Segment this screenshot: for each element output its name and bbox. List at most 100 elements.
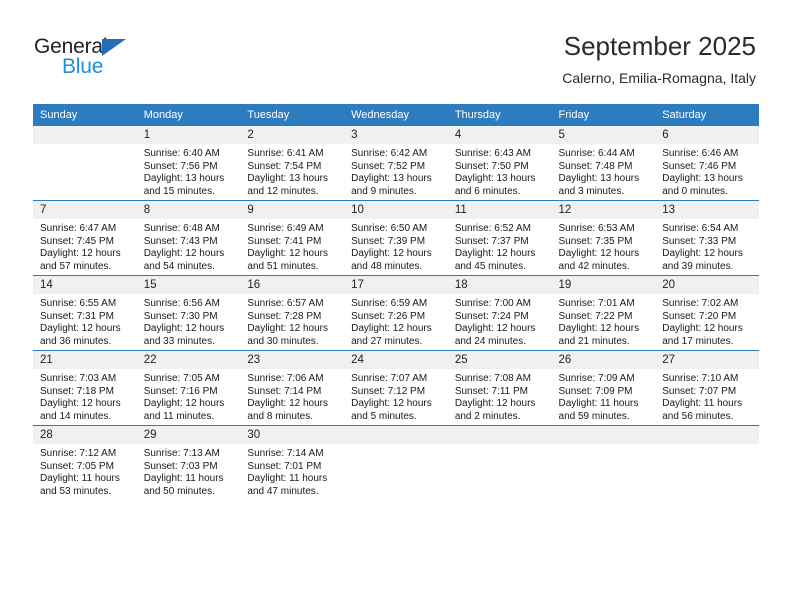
day-details: Sunrise: 6:56 AM Sunset: 7:30 PM Dayligh… [137,294,241,348]
sunset-text: Sunset: 7:30 PM [143,310,218,322]
sunrise-text: Sunrise: 6:50 AM [351,223,428,234]
day-cell[interactable]: 19 Sunrise: 7:01 AM Sunset: 7:22 PM Dayl… [551,275,656,351]
day-cell[interactable] [344,425,448,500]
sunrise-text: Sunrise: 6:54 AM [662,223,739,234]
day-cell[interactable]: 24 Sunrise: 7:07 AM Sunset: 7:12 PM Dayl… [344,350,448,426]
sunset-text: Sunset: 7:41 PM [247,235,322,247]
day-cell[interactable]: 1 Sunrise: 6:40 AM Sunset: 7:56 PM Dayli… [136,126,241,201]
day-cell[interactable]: 10 Sunrise: 6:50 AM Sunset: 7:39 PM Dayl… [344,200,448,276]
daylight-text-line2: and 33 minutes. [143,335,215,347]
sunset-text: Sunset: 7:03 PM [143,460,218,472]
calendar-week-row: 14 Sunrise: 6:55 AM Sunset: 7:31 PM Dayl… [33,275,759,351]
day-cell[interactable]: 6 Sunrise: 6:46 AM Sunset: 7:46 PM Dayli… [655,126,759,201]
day-details: Sunrise: 7:07 AM Sunset: 7:12 PM Dayligh… [344,369,448,423]
day-cell[interactable]: 21 Sunrise: 7:03 AM Sunset: 7:18 PM Dayl… [33,350,137,426]
sunset-text: Sunset: 7:52 PM [351,160,426,172]
day-number: 14 [33,276,137,294]
day-cell[interactable]: 5 Sunrise: 6:44 AM Sunset: 7:48 PM Dayli… [551,126,656,201]
day-cell[interactable]: 16 Sunrise: 6:57 AM Sunset: 7:28 PM Dayl… [240,275,345,351]
day-cell[interactable] [655,425,759,500]
daylight-text-line1: Daylight: 12 hours [558,248,640,260]
day-cell[interactable]: 13 Sunrise: 6:54 AM Sunset: 7:33 PM Dayl… [655,200,759,276]
daylight-text-line1: Daylight: 12 hours [351,248,432,260]
day-cell[interactable]: 22 Sunrise: 7:05 AM Sunset: 7:16 PM Dayl… [136,350,241,426]
sunset-text: Sunset: 7:01 PM [247,460,322,472]
day-number: 19 [551,276,656,294]
day-number: 20 [655,276,759,294]
sunset-text: Sunset: 7:05 PM [40,460,114,472]
day-details: Sunrise: 6:44 AM Sunset: 7:48 PM Dayligh… [552,144,656,198]
weekday-header-thursday: Thursday [447,104,552,126]
daylight-text-line2: and 39 minutes. [662,260,734,272]
daylight-text-line2: and 2 minutes. [454,410,521,422]
day-cell[interactable]: 3 Sunrise: 6:42 AM Sunset: 7:52 PM Dayli… [344,126,448,201]
day-number: 26 [551,351,656,369]
day-cell[interactable]: 7 Sunrise: 6:47 AM Sunset: 7:45 PM Dayli… [33,200,137,276]
day-cell[interactable]: 26 Sunrise: 7:09 AM Sunset: 7:09 PM Dayl… [551,350,656,426]
day-number: 18 [447,276,552,294]
sunrise-text: Sunrise: 6:53 AM [558,223,635,234]
daylight-text-line2: and 17 minutes. [662,335,734,347]
daylight-text-line2: and 11 minutes. [143,410,215,422]
sunrise-text: Sunrise: 7:00 AM [454,298,531,309]
sunrise-text: Sunrise: 6:46 AM [662,148,739,159]
daylight-text-line1: Daylight: 12 hours [558,323,640,335]
daylight-text-line1: Daylight: 12 hours [454,323,536,335]
day-cell[interactable]: 17 Sunrise: 6:59 AM Sunset: 7:26 PM Dayl… [344,275,448,351]
day-details: Sunrise: 7:03 AM Sunset: 7:18 PM Dayligh… [33,369,137,423]
day-number: 17 [344,276,448,294]
day-details: Sunrise: 6:59 AM Sunset: 7:26 PM Dayligh… [344,294,448,348]
day-cell[interactable]: 4 Sunrise: 6:43 AM Sunset: 7:50 PM Dayli… [447,126,552,201]
day-number: 8 [136,201,241,219]
day-cell[interactable]: 15 Sunrise: 6:56 AM Sunset: 7:30 PM Dayl… [136,275,241,351]
page-header: General Blue September 2025 Calerno, Emi… [0,0,792,100]
daylight-text-line1: Daylight: 12 hours [143,323,225,335]
day-details [448,444,552,448]
day-cell[interactable] [551,425,656,500]
day-number: 29 [136,426,241,444]
sunrise-text: Sunrise: 7:05 AM [143,373,220,384]
sunset-text: Sunset: 7:14 PM [247,385,322,397]
day-cell[interactable]: 27 Sunrise: 7:10 AM Sunset: 7:07 PM Dayl… [655,350,759,426]
day-number [33,126,137,144]
day-details: Sunrise: 7:08 AM Sunset: 7:11 PM Dayligh… [448,369,552,423]
day-cell[interactable]: 14 Sunrise: 6:55 AM Sunset: 7:31 PM Dayl… [33,275,137,351]
day-cell[interactable]: 28 Sunrise: 7:12 AM Sunset: 7:05 PM Dayl… [33,425,137,500]
day-number: 21 [33,351,137,369]
sunrise-text: Sunrise: 6:55 AM [40,298,117,309]
sunrise-text: Sunrise: 7:06 AM [247,373,324,384]
day-cell[interactable] [447,425,552,500]
day-details: Sunrise: 7:01 AM Sunset: 7:22 PM Dayligh… [552,294,656,348]
daylight-text-line1: Daylight: 12 hours [247,323,329,335]
sunrise-text: Sunrise: 7:09 AM [558,373,635,384]
daylight-text-line2: and 21 minutes. [558,335,630,347]
day-cell[interactable]: 25 Sunrise: 7:08 AM Sunset: 7:11 PM Dayl… [447,350,552,426]
daylight-text-line1: Daylight: 12 hours [454,398,536,410]
daylight-text-line1: Daylight: 13 hours [454,173,536,185]
day-cell[interactable]: 23 Sunrise: 7:06 AM Sunset: 7:14 PM Dayl… [240,350,345,426]
calendar-page: General Blue September 2025 Calerno, Emi… [0,0,792,612]
generalblue-logo: General Blue [34,36,184,84]
day-cell[interactable]: 8 Sunrise: 6:48 AM Sunset: 7:43 PM Dayli… [136,200,241,276]
calendar-week-row: 21 Sunrise: 7:03 AM Sunset: 7:18 PM Dayl… [33,350,759,426]
daylight-text-line2: and 47 minutes. [247,485,319,497]
daylight-text-line2: and 12 minutes. [247,185,319,197]
day-cell[interactable] [33,126,137,201]
day-cell[interactable]: 2 Sunrise: 6:41 AM Sunset: 7:54 PM Dayli… [240,126,345,201]
daylight-text-line1: Daylight: 13 hours [351,173,432,185]
day-cell[interactable]: 12 Sunrise: 6:53 AM Sunset: 7:35 PM Dayl… [551,200,656,276]
day-number: 13 [655,201,759,219]
day-cell[interactable]: 20 Sunrise: 7:02 AM Sunset: 7:20 PM Dayl… [655,275,759,351]
daylight-text-line2: and 57 minutes. [40,260,112,272]
day-cell[interactable]: 11 Sunrise: 6:52 AM Sunset: 7:37 PM Dayl… [447,200,552,276]
day-cell[interactable]: 9 Sunrise: 6:49 AM Sunset: 7:41 PM Dayli… [240,200,345,276]
calendar-header-row: Sunday Monday Tuesday Wednesday Thursday… [33,104,759,126]
day-cell[interactable]: 18 Sunrise: 7:00 AM Sunset: 7:24 PM Dayl… [447,275,552,351]
day-number: 12 [551,201,656,219]
page-title: September 2025 [563,31,756,61]
day-cell[interactable]: 29 Sunrise: 7:13 AM Sunset: 7:03 PM Dayl… [136,425,241,500]
daylight-text-line1: Daylight: 11 hours [558,398,639,410]
daylight-text-line1: Daylight: 12 hours [247,398,329,410]
day-details: Sunrise: 7:12 AM Sunset: 7:05 PM Dayligh… [33,444,137,498]
day-cell[interactable]: 30 Sunrise: 7:14 AM Sunset: 7:01 PM Dayl… [240,425,345,500]
